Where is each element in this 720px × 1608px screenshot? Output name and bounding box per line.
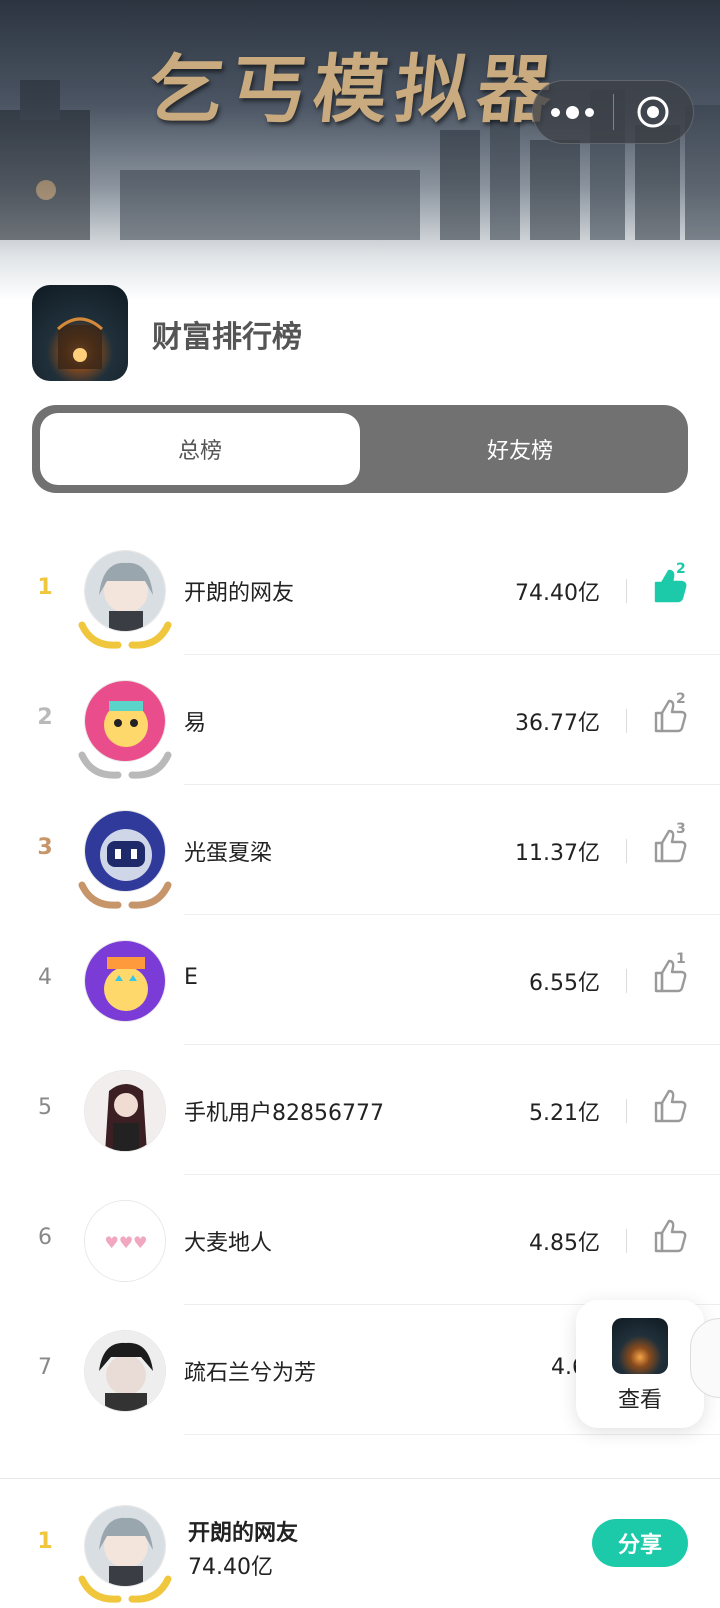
user-name: 易 <box>184 711 207 736</box>
thumbs-up-icon[interactable] <box>650 1215 692 1257</box>
rank-number: 1 <box>37 575 53 600</box>
user-name: 手机用户82856777 <box>184 1101 384 1126</box>
row-divider-vertical <box>626 709 627 733</box>
user-score: 74.40亿 <box>515 581 600 606</box>
user-score: 4.85亿 <box>529 1231 600 1256</box>
like-count: 2 <box>676 561 686 577</box>
game-banner: 乞丐模拟器 <box>0 0 720 300</box>
leaderboard-row[interactable]: 6 ♥♥♥ 大麦地人 4.85亿 <box>0 1175 720 1305</box>
user-score: 36.77亿 <box>515 711 600 736</box>
banner-title: 乞丐模拟器 <box>144 47 564 133</box>
avatar-illustration <box>85 941 165 1021</box>
app-icon-illustration <box>56 317 104 369</box>
user-avatar: ♥♥♥ <box>84 1200 166 1282</box>
like-count: 2 <box>676 691 686 707</box>
laurel-icon <box>78 621 172 649</box>
leaderboard-row[interactable]: 4 E 6.55亿 1 <box>0 915 720 1045</box>
more-dot-icon <box>585 107 595 117</box>
my-name: 开朗的网友 <box>188 1521 299 1546</box>
miniprogram-capsule <box>532 80 694 144</box>
leaderboard-row[interactable]: 1 开朗的网友 74.40亿 2 <box>0 525 720 655</box>
tab-friends[interactable]: 好友榜 <box>360 413 680 485</box>
user-avatar <box>84 940 166 1022</box>
app-icon <box>32 285 128 381</box>
leaderboard-row[interactable]: 5 手机用户82856777 5.21亿 <box>0 1045 720 1175</box>
rank-number: 7 <box>38 1355 52 1380</box>
leaderboard-row[interactable]: 2 易 36.77亿 2 <box>0 655 720 785</box>
avatar-illustration: ♥♥♥ <box>85 1201 165 1281</box>
row-divider <box>184 1434 720 1435</box>
my-rank-bar: 1 开朗的网友 74.40亿 分享 <box>0 1478 720 1608</box>
rank-number: 4 <box>38 965 52 990</box>
row-divider-vertical <box>626 579 627 603</box>
more-dot-icon <box>566 105 580 119</box>
leaderboard-tabs: 总榜 好友榜 <box>32 405 688 493</box>
leaderboard-row[interactable]: 3 光蛋夏梁 11.37亿 3 <box>0 785 720 915</box>
user-name: 大麦地人 <box>184 1231 273 1256</box>
user-name: 开朗的网友 <box>184 581 295 606</box>
like-count: 3 <box>676 821 686 837</box>
gold-laurel-icon <box>78 1575 172 1603</box>
user-avatar <box>84 1330 166 1412</box>
tab-overall[interactable]: 总榜 <box>40 413 360 485</box>
rank-number: 3 <box>37 835 53 860</box>
rank-number: 2 <box>37 705 53 730</box>
user-name: 疏石兰兮为芳 <box>184 1361 317 1386</box>
rank-number: 6 <box>38 1225 52 1250</box>
thumbs-up-icon[interactable] <box>650 1085 692 1127</box>
user-avatar <box>84 1070 166 1152</box>
like-count: 1 <box>676 951 686 967</box>
my-score: 74.40亿 <box>188 1555 273 1580</box>
laurel-icon <box>78 881 172 909</box>
more-menu-button[interactable] <box>533 80 613 144</box>
my-rank-number: 1 <box>37 1529 53 1554</box>
user-name: 光蛋夏梁 <box>184 841 273 866</box>
floating-view-card[interactable]: 查看 <box>576 1300 704 1428</box>
row-divider-vertical <box>626 1229 627 1253</box>
avatar-illustration <box>85 1071 165 1151</box>
target-close-icon <box>637 96 669 128</box>
app-icon <box>612 1318 668 1374</box>
row-divider-vertical <box>626 839 627 863</box>
user-score: 6.55亿 <box>529 971 600 996</box>
close-miniprogram-button[interactable] <box>614 80 694 144</box>
rank-number: 5 <box>38 1095 52 1120</box>
row-divider-vertical <box>626 969 627 993</box>
user-score: 5.21亿 <box>529 1101 600 1126</box>
page-title: 财富排行榜 <box>152 320 302 355</box>
user-name: E <box>184 965 198 990</box>
avatar-illustration <box>85 1331 165 1411</box>
share-button[interactable]: 分享 <box>592 1519 688 1567</box>
view-label: 查看 <box>617 1388 662 1413</box>
svg-text:♥♥♥: ♥♥♥ <box>104 1233 147 1252</box>
row-divider-vertical <box>626 1099 627 1123</box>
laurel-icon <box>78 751 172 779</box>
user-score: 11.37亿 <box>515 841 600 866</box>
more-dot-icon <box>551 107 561 117</box>
